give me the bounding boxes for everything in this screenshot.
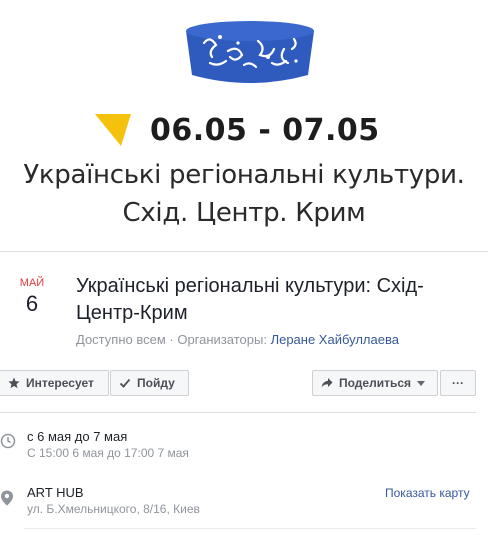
more-options-button[interactable]: ···: [440, 370, 476, 396]
star-icon: [8, 377, 20, 389]
interested-button[interactable]: Интересует: [0, 370, 109, 396]
going-label: Пойду: [137, 376, 175, 390]
clock-icon: [0, 433, 16, 449]
organizers-label: Организаторы:: [177, 332, 271, 347]
tubeteika-hat-icon: [186, 21, 314, 83]
checkmark-icon: [119, 378, 131, 388]
meta-separator: ·: [165, 332, 178, 347]
venue-address: ул. Б.Хмельницкого, 8/16, Киев: [27, 502, 200, 516]
show-map-link[interactable]: Показать карту: [385, 486, 470, 500]
cover-title-line-2: Схід. Центр. Крим: [122, 198, 366, 228]
event-date-badge: МАЙ 6: [10, 277, 54, 317]
event-day: 6: [25, 291, 39, 316]
location-pin-icon: [1, 490, 13, 506]
divider: [24, 528, 476, 529]
event-month: МАЙ: [19, 277, 45, 289]
interested-label: Интересует: [26, 376, 94, 390]
going-button[interactable]: Пойду: [110, 370, 189, 396]
organizer-link[interactable]: Леране Хайбуллаева: [271, 332, 399, 347]
event-meta: Доступно всем · Организаторы: Леране Хай…: [76, 332, 399, 347]
event-time-detail: С 15:00 6 мая до 17:00 7 мая: [27, 446, 189, 460]
share-arrow-icon: [321, 378, 333, 388]
corner-mark-icon: [95, 114, 131, 146]
event-title: Українські регіональні культури: Схід-Це…: [76, 275, 424, 324]
cover-dates: 06.05 - 07.05: [150, 113, 380, 148]
event-privacy: Доступно всем: [76, 332, 166, 347]
event-time-range[interactable]: с 6 мая до 7 мая: [27, 429, 127, 444]
divider: [0, 412, 476, 413]
share-button[interactable]: Поделиться: [312, 370, 438, 396]
event-cover-image[interactable]: 06.05 - 07.05 Українські регіональні кул…: [0, 0, 488, 252]
more-label: ···: [452, 376, 464, 390]
share-label: Поделиться: [339, 376, 412, 390]
cover-title-line-1: Українські регіональні культури.: [23, 160, 465, 190]
venue-name[interactable]: ART HUB: [27, 485, 84, 500]
chevron-down-icon: [417, 380, 426, 386]
